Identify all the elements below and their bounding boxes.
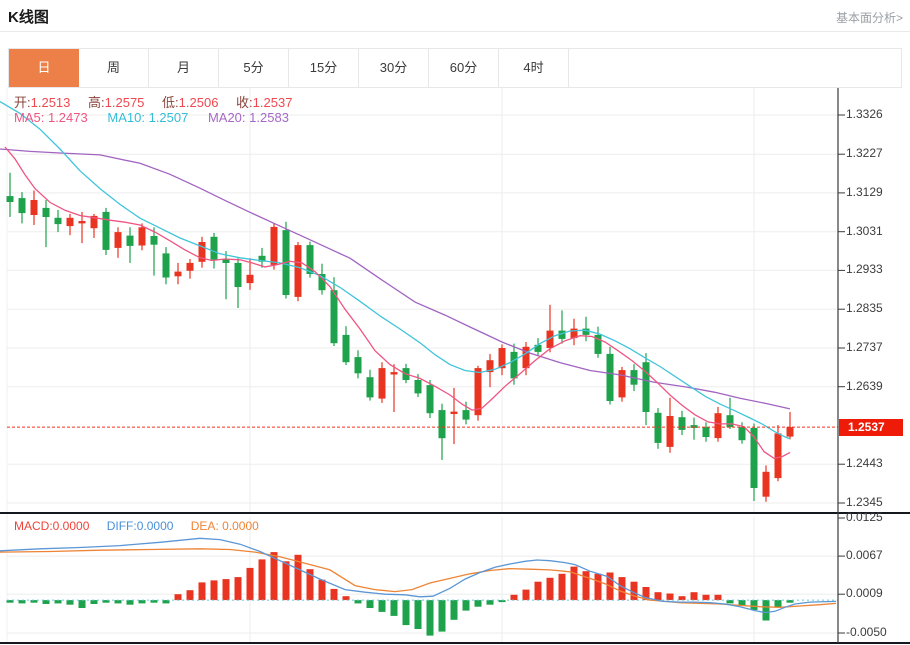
price-tick-label: 1.2443 (846, 456, 883, 470)
current-price-tag: 1.2537 (839, 419, 903, 436)
dea-label: DEA: 0.0000 (191, 519, 259, 533)
price-tick-label: 1.2737 (846, 340, 883, 354)
macd-tick-label: -0.0050 (846, 625, 887, 639)
price-tick-label: 1.3326 (846, 107, 883, 121)
tab-interval-5[interactable]: 15分 (289, 49, 359, 87)
page-title: K线图 (8, 6, 49, 27)
close-label: 收: (236, 95, 253, 110)
open-value: 1.2513 (31, 95, 71, 110)
ma20-label: MA20: 1.2583 (208, 110, 289, 125)
fundamental-analysis-link[interactable]: 基本面分析> (836, 9, 903, 26)
macd-tick-label: 0.0009 (846, 586, 883, 600)
tab-interval-3[interactable]: 月 (149, 49, 219, 87)
open-label: 开: (14, 95, 31, 110)
kline-app: K线图 基本面分析> 日周月5分15分30分60分4时 开:1.2513 高:1… (0, 0, 910, 645)
diff-label: DIFF:0.0000 (107, 519, 174, 533)
price-tick-label: 1.2639 (846, 379, 883, 393)
macd-label: MACD:0.0000 (14, 519, 89, 533)
macd-legend-row: MACD:0.0000 DIFF:0.0000 DEA: 0.0000 (14, 519, 259, 533)
tab-interval-8[interactable]: 4时 (499, 49, 569, 87)
interval-tabbar: 日周月5分15分30分60分4时 (8, 48, 902, 88)
tab-interval-1[interactable]: 日 (9, 49, 79, 87)
ma-legend-row: MA5: 1.2473 MA10: 1.2507 MA20: 1.2583 (14, 110, 289, 125)
macd-tick-label: 0.0125 (846, 510, 883, 524)
ma10-label: MA10: 1.2507 (107, 110, 188, 125)
macd-tick-label: 0.0067 (846, 548, 883, 562)
price-tick-label: 1.3129 (846, 185, 883, 199)
price-tick-label: 1.2345 (846, 495, 883, 509)
ohlc-row: 开:1.2513 高:1.2575 低:1.2506 收:1.2537 (14, 92, 306, 111)
low-label: 低: (162, 95, 179, 110)
ma5-label: MA5: 1.2473 (14, 110, 88, 125)
price-tick-label: 1.2933 (846, 262, 883, 276)
close-value: 1.2537 (253, 95, 293, 110)
price-tick-label: 1.2835 (846, 301, 883, 315)
tab-interval-7[interactable]: 60分 (429, 49, 499, 87)
tab-interval-2[interactable]: 周 (79, 49, 149, 87)
price-tick-label: 1.3031 (846, 224, 883, 238)
header-divider (0, 31, 910, 32)
low-value: 1.2506 (179, 95, 219, 110)
price-tick-label: 1.3227 (846, 146, 883, 160)
high-label: 高: (88, 95, 105, 110)
tab-interval-6[interactable]: 30分 (359, 49, 429, 87)
tab-interval-4[interactable]: 5分 (219, 49, 289, 87)
high-value: 1.2575 (105, 95, 145, 110)
